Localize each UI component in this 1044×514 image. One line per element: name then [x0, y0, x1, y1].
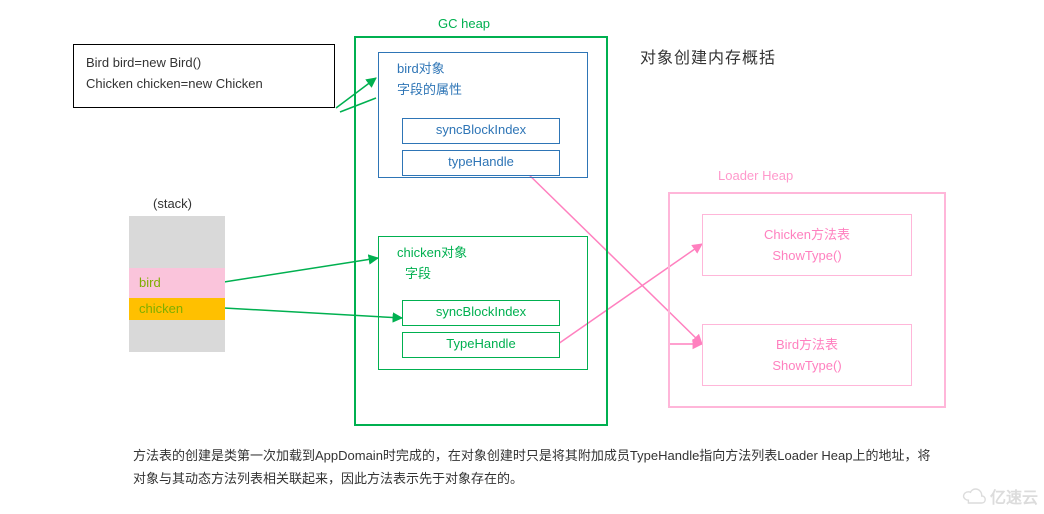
bird-method-table: Bird方法表 ShowType()	[702, 324, 912, 386]
cloud-icon	[960, 486, 988, 506]
diagram-title: 对象创建内存概括	[640, 44, 776, 68]
stack-slot-chicken: chicken	[129, 298, 225, 320]
chicken-syncblockindex: syncBlockIndex	[402, 300, 560, 326]
chicken-method-table: Chicken方法表 ShowType()	[702, 214, 912, 276]
watermark: 亿速云	[960, 484, 1038, 508]
bird-object-sub: 字段的属性	[397, 80, 577, 101]
bird-object-title: bird对象	[397, 59, 577, 80]
chicken-typehandle: TypeHandle	[402, 332, 560, 358]
chicken-mt-title: Chicken方法表	[703, 225, 911, 246]
stack-slot-bird: bird	[129, 268, 225, 298]
gc-heap-label: GC heap	[438, 16, 490, 31]
stack-empty-top	[129, 216, 225, 268]
bird-typehandle: typeHandle	[402, 150, 560, 176]
footer-explanation: 方法表的创建是类第一次加载到AppDomain时完成的，在对象创建时只是将其附加…	[133, 444, 933, 491]
code-line-1: Bird bird=new Bird()	[86, 53, 322, 74]
code-line-2: Chicken chicken=new Chicken	[86, 74, 322, 95]
bird-mt-title: Bird方法表	[703, 335, 911, 356]
watermark-text: 亿速云	[990, 484, 1038, 508]
loader-heap-label: Loader Heap	[718, 168, 793, 183]
stack-label: (stack)	[153, 196, 192, 211]
chicken-object-title: chicken对象	[397, 243, 577, 264]
bird-mt-method: ShowType()	[703, 356, 911, 377]
bird-syncblockindex: syncBlockIndex	[402, 118, 560, 144]
stack-box: bird chicken	[129, 216, 225, 352]
code-declaration-box: Bird bird=new Bird() Chicken chicken=new…	[73, 44, 335, 108]
chicken-object-sub: 字段	[397, 264, 577, 285]
stack-empty-bottom	[129, 320, 225, 352]
chicken-mt-method: ShowType()	[703, 246, 911, 267]
